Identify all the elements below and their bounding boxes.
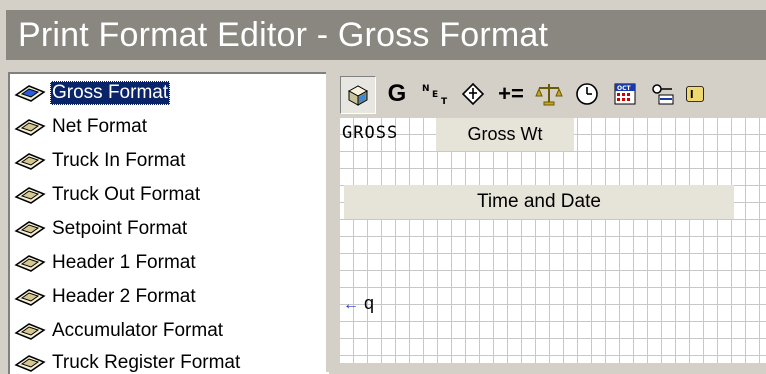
svg-text:I: I xyxy=(690,90,694,101)
scale-tool-button[interactable] xyxy=(532,76,566,112)
format-item-label: Header 1 Format xyxy=(52,252,196,273)
calendar-icon: OCT xyxy=(614,83,636,105)
format-item-label: Truck In Format xyxy=(52,150,186,171)
tare-tool-button[interactable] xyxy=(456,76,490,112)
gross-tool-button[interactable]: G xyxy=(380,76,414,112)
svg-text:OCT: OCT xyxy=(617,85,632,92)
format-list[interactable]: Gross Format Net Format Truck In Format … xyxy=(8,72,329,374)
time-tool-button[interactable] xyxy=(570,76,604,112)
accumulate-tool-button[interactable]: += xyxy=(494,76,528,112)
gross-weight-label: Gross Wt xyxy=(467,124,543,144)
format-item-label: Accumulator Format xyxy=(52,320,224,341)
cube-icon xyxy=(347,85,369,106)
format-item-label: Truck Out Format xyxy=(52,184,201,205)
svg-text:T: T xyxy=(441,97,448,107)
format-item-label: Header 2 Format xyxy=(52,286,196,307)
window-title: Print Format Editor - Gross Format xyxy=(18,16,549,54)
gross-letter-icon: G xyxy=(387,80,407,107)
format-item-header-2[interactable]: Header 2 Format xyxy=(14,284,198,310)
net-letters-icon: N E T xyxy=(422,84,448,107)
svg-text:N: N xyxy=(422,84,430,94)
format-item-truck-in[interactable]: Truck In Format xyxy=(14,148,187,174)
format-item-accumulator[interactable]: Accumulator Format xyxy=(14,318,225,344)
time-date-label: Time and Date xyxy=(477,191,601,212)
format-item-gross[interactable]: Gross Format xyxy=(14,80,171,106)
arrow-left-icon: ← xyxy=(343,296,359,313)
format-icon xyxy=(14,187,46,204)
more-tool-button[interactable]: I xyxy=(684,76,706,112)
format-icon xyxy=(14,153,46,170)
format-icon xyxy=(14,85,46,102)
svg-text:E: E xyxy=(432,90,438,100)
select-tool-button[interactable] xyxy=(340,76,376,114)
format-icon xyxy=(14,119,46,136)
setpoint-tool-button[interactable] xyxy=(646,76,680,112)
key-icon xyxy=(652,84,674,105)
splitter[interactable] xyxy=(326,72,336,372)
format-icon xyxy=(14,289,46,306)
format-icon xyxy=(14,323,46,340)
format-item-net[interactable]: Net Format xyxy=(14,114,149,140)
clock-icon xyxy=(576,83,598,105)
time-date-field[interactable]: Time and Date xyxy=(344,185,734,219)
format-item-label: Net Format xyxy=(52,116,148,137)
cursor-char: q xyxy=(364,293,375,313)
format-item-label: Gross Format xyxy=(50,81,171,105)
title-bar: Print Format Editor - Gross Format xyxy=(0,0,766,64)
format-item-setpoint[interactable]: Setpoint Format xyxy=(14,216,189,242)
label-icon: I xyxy=(686,85,704,103)
diamond-icon xyxy=(461,82,485,106)
format-item-truck-out[interactable]: Truck Out Format xyxy=(14,182,202,208)
format-canvas[interactable]: GROSS Gross Wt Time and Date ← q xyxy=(340,118,766,363)
toolbar: G N E T += OCT I xyxy=(336,72,766,116)
plus-equals-icon: += xyxy=(498,81,524,106)
format-item-label: Setpoint Format xyxy=(52,218,188,239)
format-icon xyxy=(14,255,46,272)
net-tool-button[interactable]: N E T xyxy=(418,76,452,112)
format-icon xyxy=(14,355,46,372)
gross-weight-field[interactable]: Gross Wt xyxy=(436,118,574,151)
fixed-text-field[interactable]: GROSS xyxy=(342,123,398,143)
format-icon xyxy=(14,221,46,238)
format-item-header-1[interactable]: Header 1 Format xyxy=(14,250,198,276)
date-tool-button[interactable]: OCT xyxy=(608,76,642,112)
format-item-label: Truck Register Format xyxy=(52,352,241,373)
scales-icon xyxy=(535,84,563,106)
format-item-truck-register[interactable]: Truck Register Format xyxy=(14,350,242,374)
cursor-marker: ← q xyxy=(343,293,374,314)
